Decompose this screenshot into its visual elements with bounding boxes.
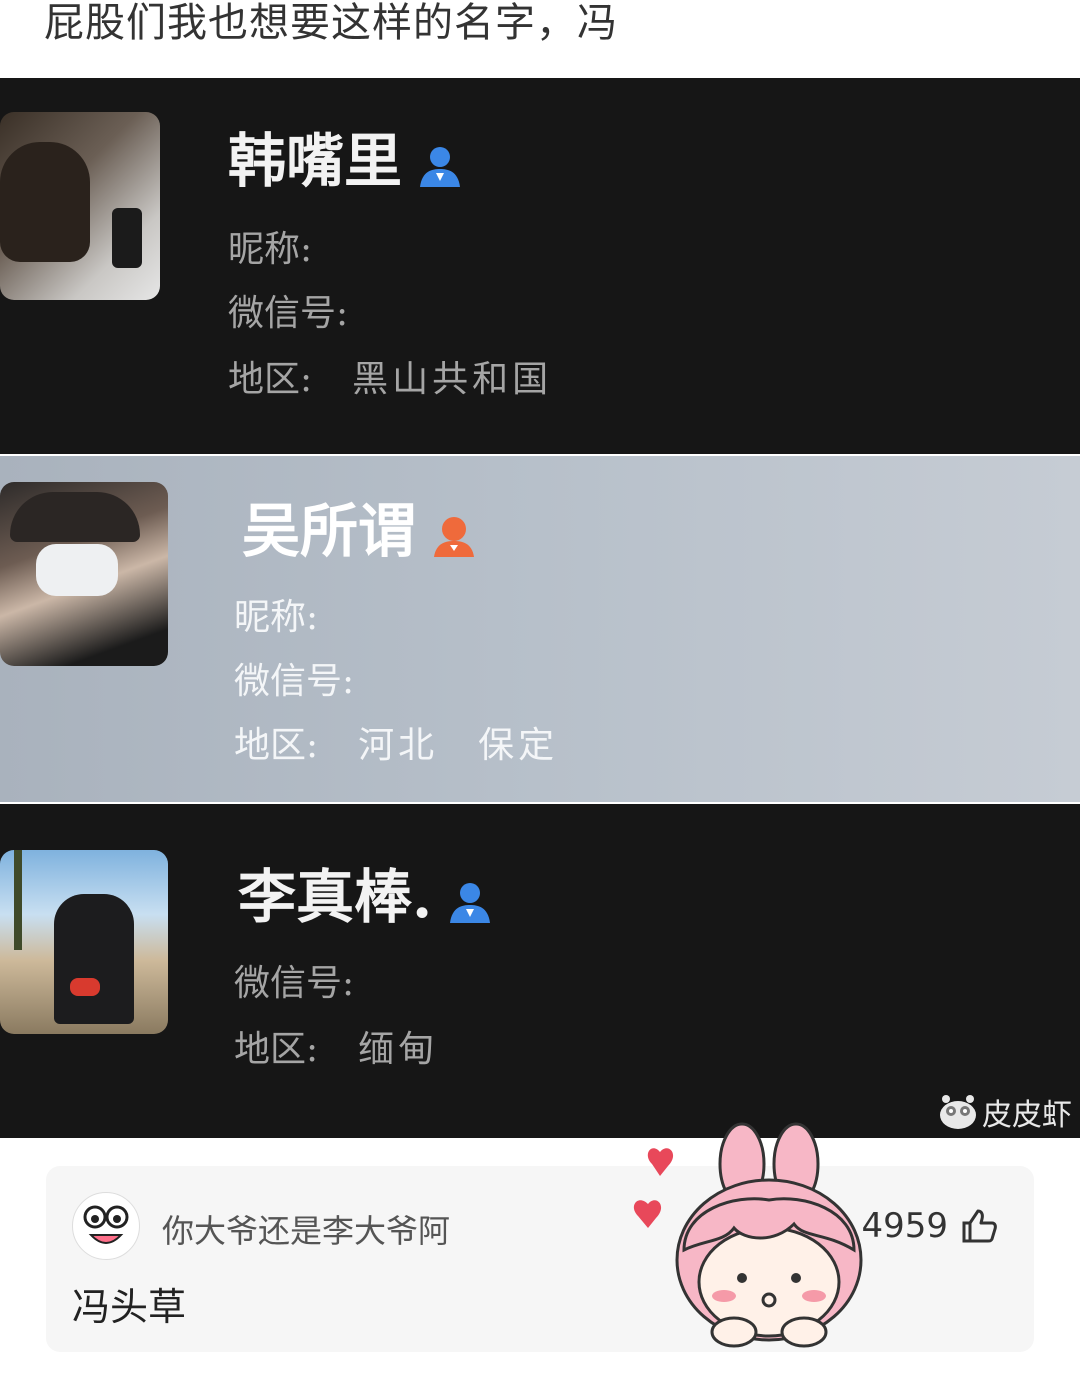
pipixia-watermark: 皮皮虾	[938, 1090, 1072, 1134]
contact-name: 吴所谓	[242, 496, 476, 566]
contact-card-2[interactable]: 吴所谓 昵称: 微信号: 地区: 河北 保定	[0, 456, 1080, 802]
region-field: 地区: 黑山共和国	[228, 359, 553, 400]
region-field: 地区: 河北 保定	[234, 725, 559, 766]
thumbs-up-icon	[962, 1209, 997, 1243]
wechat-id-field: 微信号:	[234, 963, 355, 1004]
nickname-field: 昵称:	[228, 229, 313, 270]
contact-avatar[interactable]	[0, 850, 168, 1034]
contact-avatar[interactable]	[0, 112, 160, 300]
like-button[interactable]: 4959	[861, 1206, 998, 1246]
contact-avatar[interactable]	[0, 482, 168, 666]
bunny-girl-sticker	[633, 1122, 863, 1348]
female-icon	[434, 517, 475, 557]
frog-avatar-icon	[80, 1205, 132, 1257]
male-icon	[420, 147, 461, 187]
comment-text: 冯头草	[72, 1285, 187, 1329]
male-icon	[450, 883, 491, 923]
contact-name: 李真棒.	[238, 862, 492, 932]
wechat-id-field: 微信号:	[228, 293, 349, 334]
wechat-id-field: 微信号:	[234, 661, 355, 702]
commenter-username[interactable]: 你大爷还是李大爷阿	[162, 1206, 450, 1252]
post-title: 屁股们我也想要这样的名字，冯	[44, 0, 618, 46]
commenter-avatar[interactable]	[72, 1192, 140, 1260]
contact-name: 韩嘴里	[228, 126, 462, 196]
like-count: 4959	[861, 1206, 948, 1246]
nickname-field: 昵称:	[234, 597, 319, 638]
contact-card-1[interactable]: 韩嘴里 昵称: 微信号: 地区: 黑山共和国	[0, 78, 1080, 454]
contact-card-3[interactable]: 李真棒. 微信号: 地区: 缅甸	[0, 804, 1080, 1138]
pipixia-logo-icon	[940, 1095, 976, 1129]
region-field: 地区: 缅甸	[234, 1029, 439, 1070]
comment-card[interactable]: 你大爷还是李大爷阿 冯头草 4959	[46, 1166, 1034, 1352]
watermark-text: 皮皮虾	[982, 1098, 1072, 1133]
